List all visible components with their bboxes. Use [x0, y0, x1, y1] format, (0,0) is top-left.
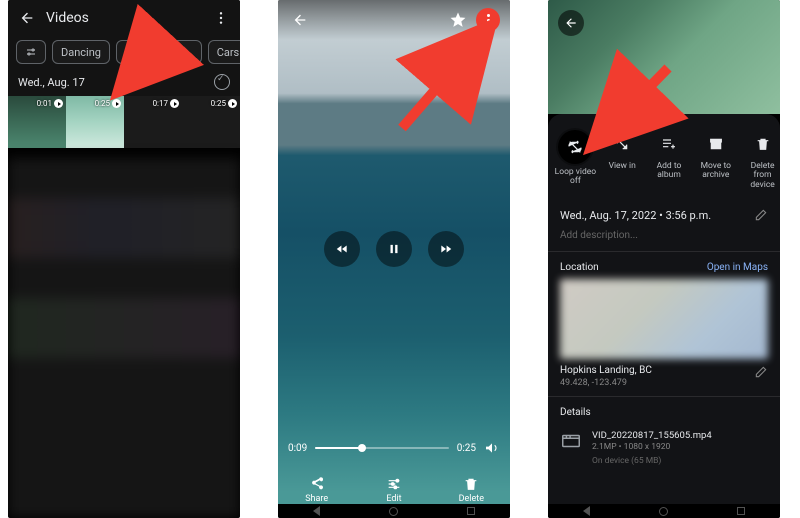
photo-timestamp: Wed., Aug. 17, 2022 • 3:56 p.m. [560, 209, 711, 222]
back-button[interactable] [558, 10, 584, 36]
time-elapsed: 0:09 [288, 443, 307, 454]
loop-off-icon [558, 130, 592, 164]
blurred-content [8, 158, 240, 518]
location-map-preview[interactable] [560, 279, 768, 359]
delete-icon [749, 130, 777, 158]
open-external-icon [608, 130, 636, 158]
location-label: Location [560, 262, 599, 273]
forward-button[interactable] [428, 231, 464, 267]
edit-icon[interactable] [754, 208, 768, 222]
screen-video-player: 0:09 0:25 Share Edit Delete [278, 0, 510, 518]
screen-videos-list: Videos Dancing East Vancouver Cars Wed.,… [8, 0, 240, 518]
nav-home-icon[interactable] [389, 507, 398, 516]
place-name: Hopkins Landing, BC [560, 365, 652, 376]
action-view-in[interactable]: View in [599, 130, 646, 190]
more-options-button[interactable] [476, 8, 500, 32]
play-icon [112, 99, 121, 108]
play-icon [228, 99, 237, 108]
file-name: VID_20220817_155605.mp4 [592, 430, 712, 441]
add-description-field[interactable]: Add description... [548, 230, 780, 251]
volume-icon[interactable] [484, 440, 500, 456]
filter-chips: Dancing East Vancouver Cars [8, 36, 240, 70]
nav-home-icon[interactable] [659, 507, 668, 516]
nav-back-icon[interactable] [583, 506, 590, 516]
back-button[interactable] [288, 8, 312, 32]
android-nav-bar [278, 504, 510, 518]
coordinates: 49.428, -123.479 [560, 378, 652, 388]
edit-button[interactable]: Edit [364, 476, 424, 504]
open-in-maps-link[interactable]: Open in Maps [707, 262, 768, 273]
edit-icon[interactable] [754, 365, 768, 379]
details-label: Details [560, 407, 591, 418]
video-thumbnail[interactable]: 0:01 [8, 96, 66, 148]
back-button[interactable] [16, 7, 38, 29]
rewind-button[interactable] [324, 231, 360, 267]
more-icon[interactable] [210, 7, 232, 29]
video-thumbnail[interactable]: 0:25 [66, 96, 124, 148]
archive-icon [702, 130, 730, 158]
nav-back-icon[interactable] [313, 506, 320, 516]
filter-chip-location[interactable]: East Vancouver [116, 40, 202, 64]
pause-button[interactable] [376, 231, 412, 267]
filter-chip-cars[interactable]: Cars [208, 40, 240, 64]
action-delete[interactable]: Delete from device [739, 130, 780, 190]
action-archive[interactable]: Move to archive [692, 130, 739, 190]
video-thumbnail[interactable]: 0:25 [182, 96, 240, 148]
play-icon [170, 99, 179, 108]
select-all-icon[interactable] [214, 74, 230, 90]
video-thumbnail[interactable]: 0:17 [124, 96, 182, 148]
playlist-add-icon [655, 130, 683, 158]
action-add-to-album[interactable]: Add to album [646, 130, 693, 190]
storage-info: On device (65 MB) [560, 456, 768, 466]
delete-button[interactable]: Delete [441, 476, 501, 504]
android-nav-bar [548, 504, 780, 518]
date-header: Wed., Aug. 17 [18, 76, 85, 89]
nav-recent-icon[interactable] [467, 507, 475, 515]
more-icon [481, 13, 495, 27]
file-resolution: 2.1MP • 1080 x 1920 [592, 442, 712, 452]
info-sheet: Loop video off View in Add to album Move… [548, 114, 780, 504]
seek-bar[interactable] [315, 447, 448, 449]
play-icon [54, 99, 63, 108]
video-thumbnails: 0:01 0:25 0:17 0:25 [8, 96, 240, 148]
time-total: 0:25 [457, 443, 476, 454]
video-file-icon [560, 430, 582, 452]
action-loop-video[interactable]: Loop video off [552, 130, 599, 190]
favorite-icon[interactable] [446, 8, 470, 32]
nav-recent-icon[interactable] [737, 507, 745, 515]
filter-chip-dancing[interactable]: Dancing [52, 40, 110, 64]
filter-chip-settings[interactable] [16, 40, 46, 64]
screen-video-info: Loop video off View in Add to album Move… [548, 0, 780, 518]
page-title: Videos [46, 10, 210, 26]
share-button[interactable]: Share [287, 476, 347, 504]
